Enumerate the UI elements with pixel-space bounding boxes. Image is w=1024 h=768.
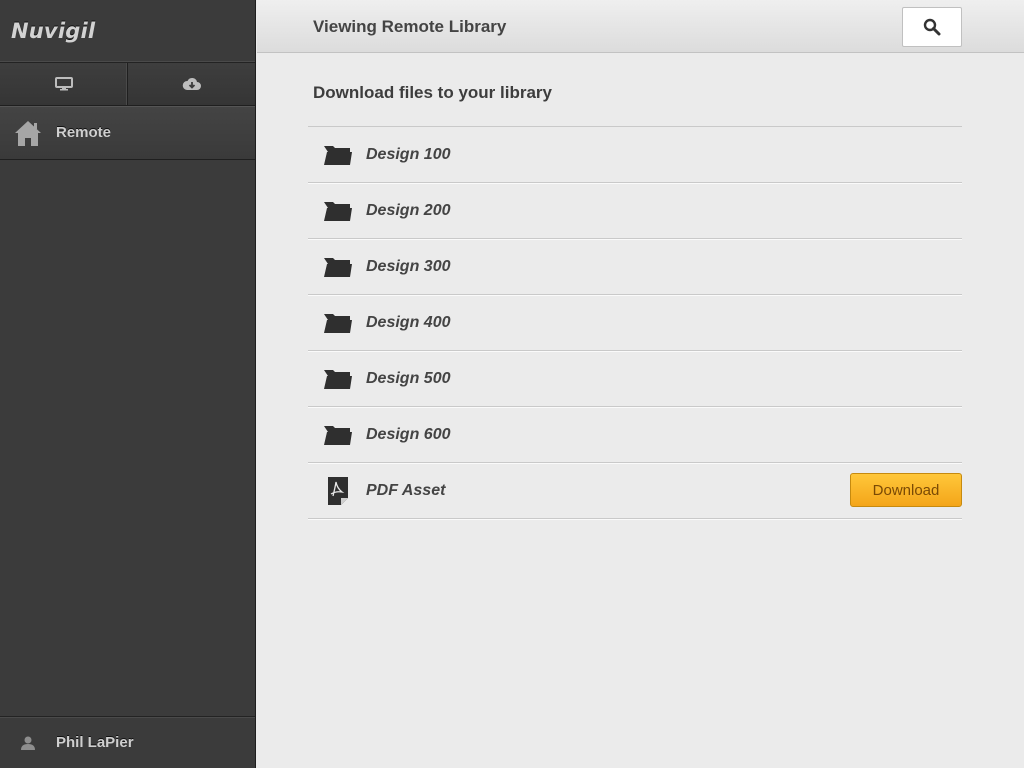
- list-item[interactable]: Design 400: [308, 295, 962, 351]
- main-content: Download files to your library Design 10…: [257, 54, 1024, 768]
- list-item[interactable]: Design 100: [308, 127, 962, 183]
- sidebar-item-remote[interactable]: Remote: [0, 106, 255, 160]
- folder-icon: [324, 257, 352, 277]
- folder-icon: [324, 313, 352, 333]
- list-item-label: Design 600: [366, 425, 451, 443]
- user-profile[interactable]: Phil LaPier: [0, 716, 255, 768]
- search-icon: [923, 18, 941, 36]
- person-icon: [21, 736, 35, 750]
- list-item[interactable]: PDF Asset Download: [308, 463, 962, 519]
- list-item[interactable]: Design 200: [308, 183, 962, 239]
- folder-icon: [324, 145, 352, 165]
- page-title: Viewing Remote Library: [313, 17, 507, 36]
- folder-icon: [324, 369, 352, 389]
- home-icon: [15, 120, 41, 146]
- list-item-label: Design 300: [366, 257, 451, 275]
- list-item[interactable]: Design 300: [308, 239, 962, 295]
- folder-icon: [324, 425, 352, 445]
- list-item-label: Design 400: [366, 313, 451, 331]
- user-name: Phil LaPier: [56, 734, 134, 751]
- local-segment-button[interactable]: [0, 63, 128, 105]
- list-item[interactable]: Design 500: [308, 351, 962, 407]
- list-item[interactable]: Design 600: [308, 407, 962, 463]
- folder-icon: [324, 201, 352, 221]
- top-bar: Viewing Remote Library: [257, 0, 1024, 53]
- pdf-file-icon: [328, 476, 348, 505]
- list-item-label: Design 200: [366, 201, 451, 219]
- app-logo: Nuvigil: [0, 0, 255, 63]
- file-list: Design 100 Design 200 Design 300 Design …: [308, 126, 962, 519]
- list-item-label: Design 500: [366, 369, 451, 387]
- download-button[interactable]: Download: [850, 473, 962, 507]
- sidebar: Nuvigil Remote Phil LaPier: [0, 0, 256, 768]
- search-button[interactable]: [902, 7, 962, 47]
- list-item-label: Design 100: [366, 145, 451, 163]
- remote-segment-button[interactable]: [128, 63, 255, 105]
- list-item-label: PDF Asset: [366, 481, 446, 499]
- desktop-icon: [54, 77, 73, 91]
- sidebar-item-label: Remote: [56, 124, 112, 141]
- app-title: Nuvigil: [11, 19, 96, 43]
- cloud-download-icon: [182, 77, 201, 90]
- source-segmented-control: [0, 63, 255, 106]
- section-title: Download files to your library: [313, 83, 552, 102]
